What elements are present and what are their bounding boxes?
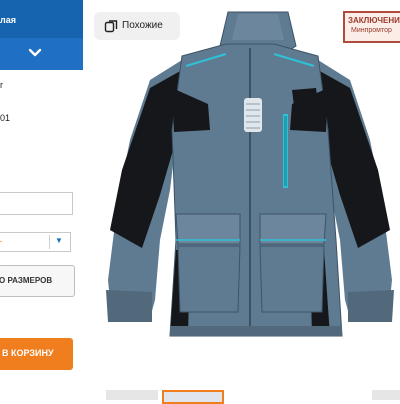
category-header-label: лая bbox=[0, 15, 16, 25]
size-table-button[interactable]: О РАЗМЕРОВ bbox=[0, 265, 75, 297]
add-to-cart-button[interactable]: В КОРЗИНУ bbox=[0, 338, 73, 370]
thumbnail[interactable] bbox=[372, 390, 400, 400]
product-image-jacket[interactable] bbox=[100, 6, 400, 341]
add-to-cart-label: В КОРЗИНУ bbox=[2, 348, 54, 358]
size-select[interactable]: - ▼ bbox=[0, 232, 71, 252]
product-attribute-text: r bbox=[0, 80, 3, 90]
category-header[interactable]: лая bbox=[0, 0, 83, 38]
product-article-text: 01 bbox=[0, 113, 11, 123]
product-options-panel: лая r 01 - ▼ О РАЗМЕРОВ В КОРЗИНУ bbox=[0, 0, 86, 400]
thumbnail[interactable] bbox=[106, 390, 158, 400]
quantity-input[interactable] bbox=[0, 192, 73, 215]
chevron-down-icon bbox=[28, 48, 42, 57]
size-table-label: О РАЗМЕРОВ bbox=[0, 276, 53, 285]
caret-down-icon: ▼ bbox=[55, 236, 63, 245]
size-select-value: - bbox=[0, 236, 2, 246]
thumbnail-strip bbox=[100, 388, 400, 404]
select-divider bbox=[49, 235, 50, 249]
thumbnail-active[interactable] bbox=[162, 390, 224, 404]
expand-toggle[interactable] bbox=[0, 38, 83, 70]
